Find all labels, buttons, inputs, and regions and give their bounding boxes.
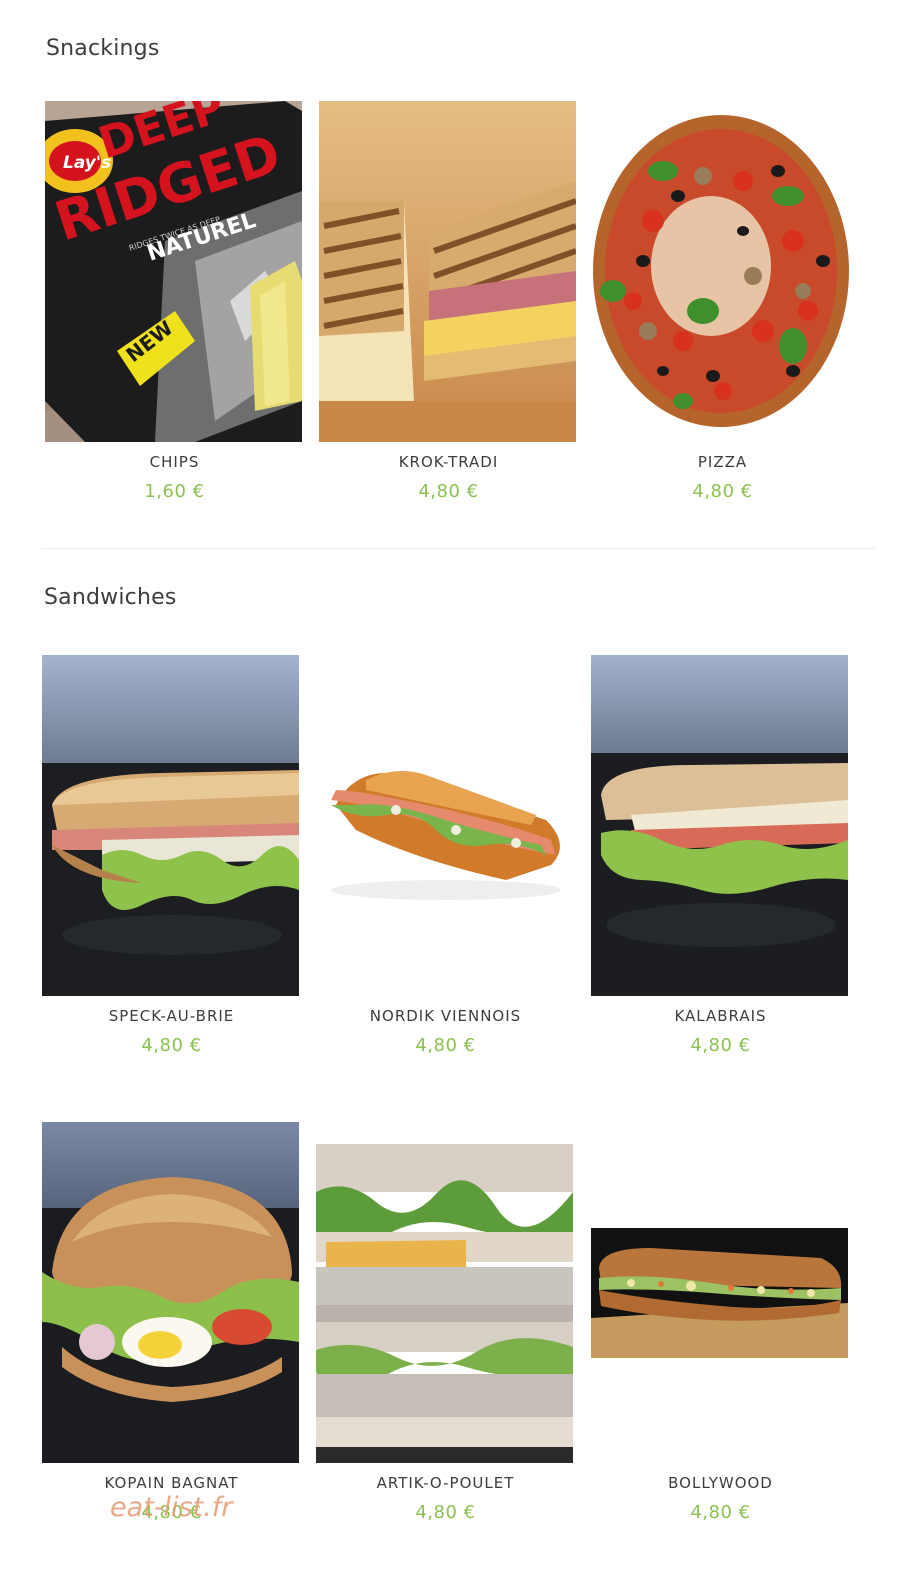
product-price: 4,80 € <box>418 481 479 502</box>
product-price: 4,80 € <box>415 1502 476 1523</box>
product-price: 4,80 € <box>692 481 753 502</box>
product-name: ARTIK-O-POULET <box>376 1474 515 1492</box>
product-name: CHIPS <box>149 453 200 471</box>
long-sandwich-photo[interactable] <box>591 1228 848 1358</box>
product-card-kalabrais[interactable]: KALABRAIS 4,80 € <box>591 655 850 1065</box>
croque-sandwich-photo[interactable] <box>319 101 576 442</box>
product-card-artik-o-poulet[interactable]: ARTIK-O-POULET 4,80 € <box>316 1122 575 1532</box>
product-card-chips[interactable]: Lay's DEEP RIDGED RIDGES TWICE AS DEEP N… <box>45 101 304 511</box>
product-card-krok-tradi[interactable]: KROK-TRADI 4,80 € <box>319 101 578 511</box>
product-name: KROK-TRADI <box>398 453 499 471</box>
product-price: 4,80 € <box>415 1035 476 1056</box>
round-bun-sandwich-photo[interactable] <box>42 1122 299 1463</box>
product-card-bollywood[interactable]: BOLLYWOOD 4,80 € <box>591 1122 850 1532</box>
product-name: BOLLYWOOD <box>668 1474 773 1492</box>
club-sandwich-photo[interactable] <box>316 1122 573 1463</box>
product-name: KOPAIN BAGNAT <box>104 1474 239 1492</box>
product-price: 1,60 € <box>144 481 205 502</box>
product-price: 4,80 € <box>690 1502 751 1523</box>
product-card-kopain-bagnat[interactable]: KOPAIN BAGNAT 4,80 € <box>42 1122 301 1532</box>
product-card-speck-au-brie[interactable]: SPECK-AU-BRIE 4,80 € <box>42 655 301 1065</box>
product-name: KALABRAIS <box>674 1007 767 1025</box>
baguette-sandwich-photo[interactable] <box>591 655 848 996</box>
chips-bag-photo[interactable]: Lay's DEEP RIDGED RIDGES TWICE AS DEEP N… <box>45 101 302 442</box>
viennese-sandwich-photo[interactable] <box>316 655 573 996</box>
product-name: SPECK-AU-BRIE <box>108 1007 235 1025</box>
pizza-photo[interactable] <box>593 101 850 442</box>
baguette-sandwich-photo[interactable] <box>42 655 299 996</box>
product-card-nordik-viennois[interactable]: NORDIK VIENNOIS 4,80 € <box>316 655 575 1065</box>
section-title-sandwiches: Sandwiches <box>44 585 177 610</box>
product-card-pizza[interactable]: PIZZA 4,80 € <box>593 101 852 511</box>
product-name: NORDIK VIENNOIS <box>369 1007 522 1025</box>
product-price: 4,80 € <box>141 1035 202 1056</box>
section-divider <box>41 548 875 549</box>
section-title-snackings: Snackings <box>46 36 160 61</box>
product-name: PIZZA <box>697 453 748 471</box>
watermark-logo: eat-list.fr <box>110 1492 233 1523</box>
product-price: 4,80 € <box>690 1035 751 1056</box>
